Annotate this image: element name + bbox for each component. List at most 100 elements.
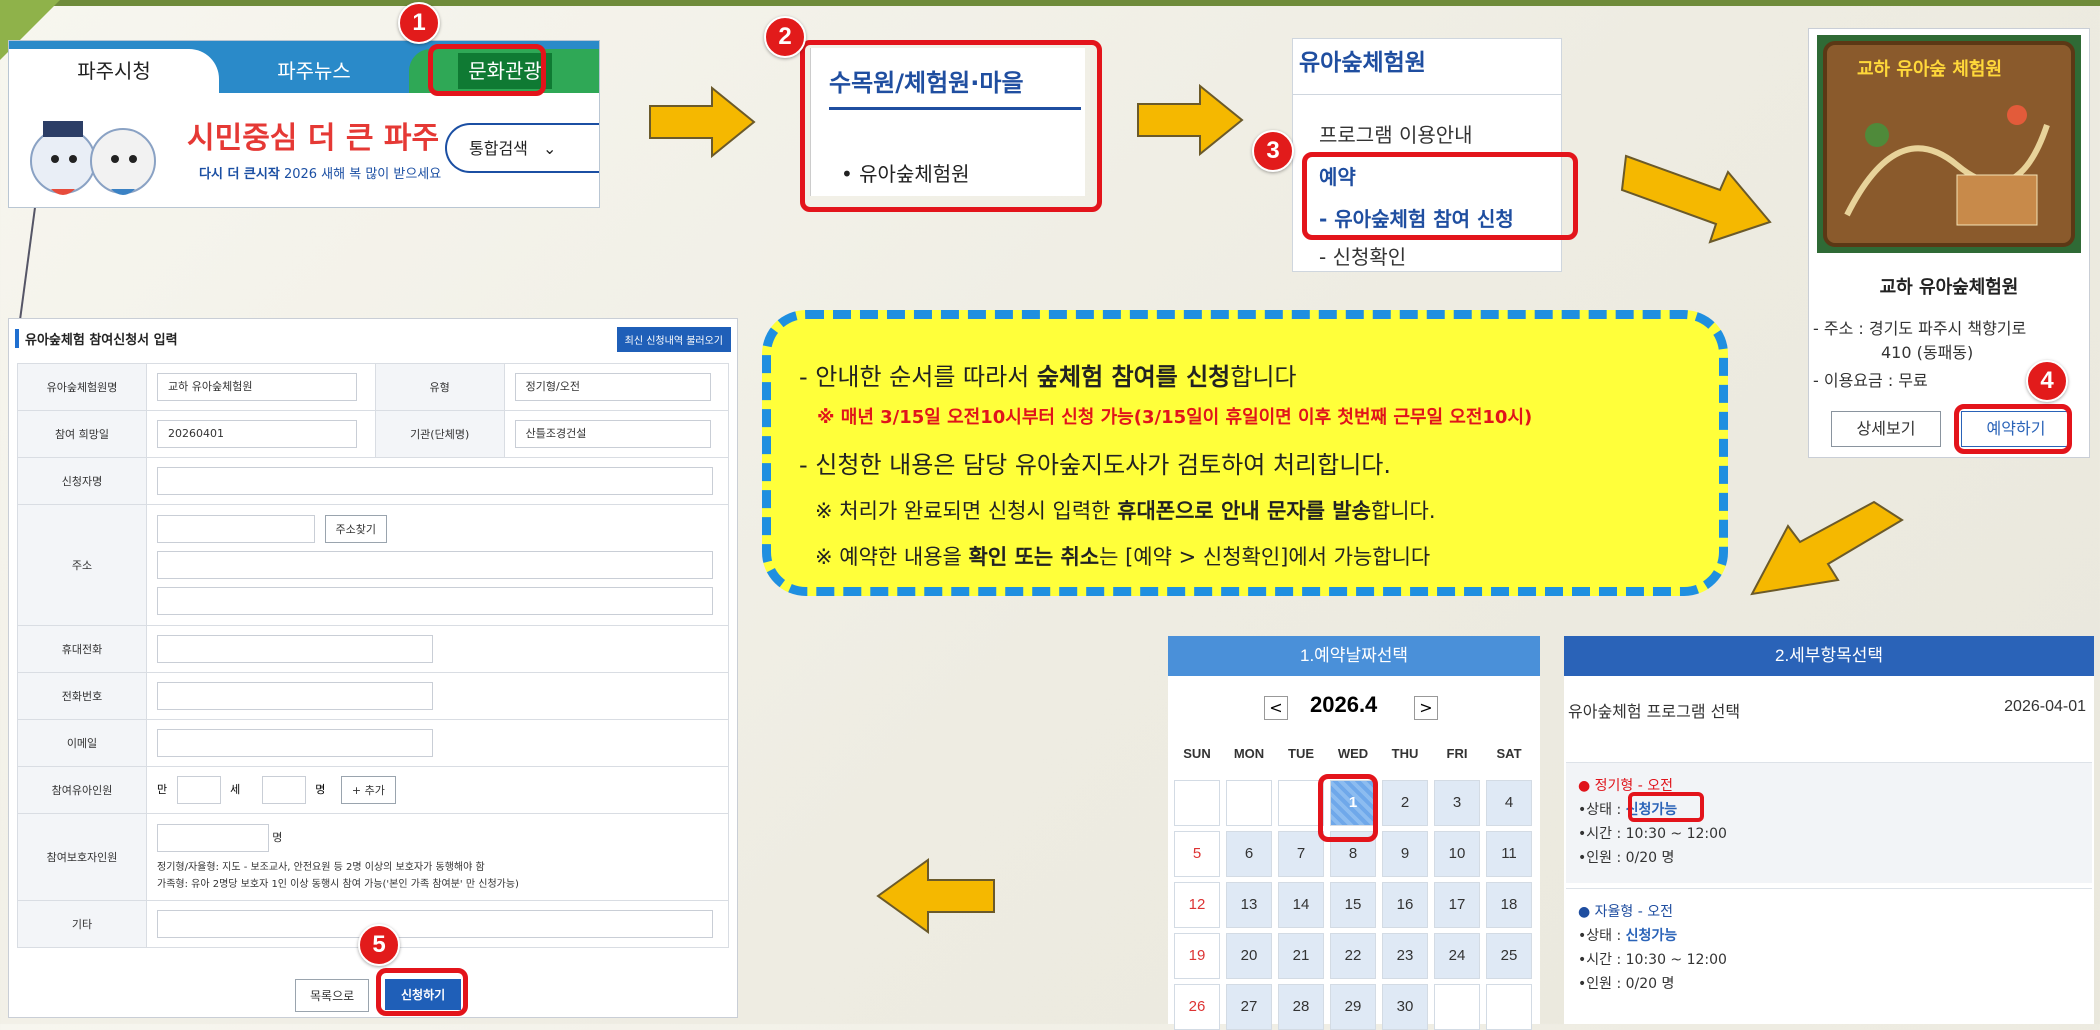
notice-line-5-end: 는 [예약 > 신청확인]에서 가능합니다 (1099, 545, 1431, 569)
calendar-day[interactable]: 24 (1434, 933, 1480, 979)
calendar-day[interactable]: 13 (1226, 882, 1272, 928)
calendar-day (1486, 984, 1532, 1030)
calendar-day[interactable]: 22 (1330, 933, 1376, 979)
calendar-day[interactable]: 21 (1278, 933, 1324, 979)
load-latest-button[interactable]: 최신 신청내역 불러오기 (616, 327, 731, 352)
calendar-day[interactable]: 11 (1486, 831, 1532, 877)
weekday-label: SUN (1183, 746, 1211, 761)
notice-line-2: ※ 매년 3/15일 오전10시부터 신청 가능(3/15일이 휴일이면 이후 … (817, 407, 1533, 428)
nav-item-program-guide[interactable]: 프로그램 이용안내 (1319, 119, 1473, 148)
calendar-day[interactable]: 15 (1330, 882, 1376, 928)
mobile-input[interactable] (157, 635, 433, 663)
tab-paju-news[interactable]: 파주뉴스 (219, 49, 409, 93)
nav-title: 유아숲체험원 (1293, 39, 1561, 95)
next-month-button[interactable]: > (1414, 696, 1438, 720)
mascot-icon (30, 121, 156, 195)
back-to-list-button[interactable]: 목록으로 (295, 979, 370, 1012)
highlight-step2 (800, 40, 1102, 212)
prev-month-button[interactable]: < (1264, 696, 1288, 720)
calendar-day[interactable]: 2 (1382, 780, 1428, 826)
calendar-day[interactable]: 14 (1278, 882, 1324, 928)
tab-paju-city[interactable]: 파주시청 (9, 49, 219, 93)
address-line1-input[interactable] (157, 551, 713, 579)
guardian-count-input[interactable] (157, 824, 269, 852)
nav-item-confirm[interactable]: - 신청확인 (1319, 241, 1406, 270)
calendar-day[interactable]: 6 (1226, 831, 1272, 877)
card-title: ● 자율형 - 오전 (1578, 904, 1674, 920)
center-address: - 주소 : 경기도 파주시 책향기로 (1813, 319, 2027, 338)
calendar-day[interactable]: 17 (1434, 882, 1480, 928)
center-name-field: 교하 유아숲체험원 (157, 373, 357, 401)
calendar-day[interactable]: 26 (1174, 984, 1220, 1030)
weekday-label: WED (1337, 746, 1369, 761)
calendar-day[interactable]: 30 (1382, 984, 1428, 1030)
label-phone: 전화번호 (17, 672, 147, 720)
calendar-day[interactable]: 20 (1226, 933, 1272, 979)
weekday-label: SAT (1496, 746, 1522, 761)
table-row: 참여유아인원 만 세 명 + 추가 (17, 766, 729, 814)
calendar-day[interactable]: 28 (1278, 984, 1324, 1030)
detail-selection-panel: 2.세부항목선택 유아숲체험 프로그램 선택 2026-04-01 ● 정기형 … (1564, 636, 2094, 1024)
step-badge-4: 4 (2026, 360, 2068, 402)
calendar-day[interactable]: 23 (1382, 933, 1428, 979)
step-badge-1: 1 (398, 2, 440, 44)
calendar-day (1174, 780, 1220, 826)
step-badge-5: 5 (358, 924, 400, 966)
highlight-date (1318, 774, 1378, 842)
calendar-day[interactable]: 4 (1486, 780, 1532, 826)
calendar-day[interactable]: 3 (1434, 780, 1480, 826)
card-time: •시간 : 10:30 ~ 12:00 (1578, 826, 1727, 842)
integrated-search-dropdown[interactable]: 통합검색 ⌄ (445, 123, 599, 173)
child-count-input[interactable] (261, 776, 306, 804)
notice-line-1-bold: 숲체험 참여를 신청 (1036, 363, 1231, 391)
arrow-right-icon (649, 85, 756, 159)
card-people: •인원 : 0/20 명 (1578, 976, 1675, 992)
email-input[interactable] (157, 729, 433, 757)
label-desired-date: 참여 희망일 (17, 410, 147, 458)
form-table: 유아숲체험원명 교하 유아숲체험원 유형 정기형/오전 참여 희망일 20260… (17, 363, 730, 948)
address-line2-input[interactable] (157, 587, 713, 615)
guardian-note-2: 가족형: 유아 2명당 보호자 1인 이상 동행시 참여 가능('본인 가족 참… (157, 879, 519, 890)
age-prefix: 만 (157, 783, 168, 796)
notice-line-4-end: 합니다. (1370, 499, 1436, 523)
highlight-step4 (1954, 404, 2072, 454)
calendar-day[interactable]: 29 (1330, 984, 1376, 1030)
organization-field[interactable]: 산틀조경건설 (514, 420, 711, 448)
calendar-day[interactable]: 7 (1278, 831, 1324, 877)
age-unit: 세 (230, 783, 241, 796)
notice-line-5-bold: 확인 또는 취소 (968, 545, 1100, 569)
step-badge-2: 2 (764, 16, 806, 58)
label-guardians: 참여보호자인원 (17, 813, 147, 901)
top-accent-bar (0, 0, 2100, 6)
label-organization: 기관(단체명) (374, 410, 505, 458)
highlight-step5 (376, 968, 468, 1016)
calendar-day[interactable]: 25 (1486, 933, 1532, 979)
label-mobile: 휴대전화 (17, 625, 147, 673)
phone-input[interactable] (157, 682, 433, 710)
calendar-day[interactable]: 16 (1382, 882, 1428, 928)
notice-line-4-bold: 휴대폰으로 안내 문자를 발송 (1117, 499, 1371, 523)
applicant-input[interactable] (157, 467, 713, 495)
calendar-day[interactable]: 12 (1174, 882, 1220, 928)
calendar-day[interactable]: 19 (1174, 933, 1220, 979)
calendar-day[interactable]: 9 (1382, 831, 1428, 877)
program-card-regular[interactable]: ● 정기형 - 오전 •상태 : 신청가능 •시간 : 10:30 ~ 12:0… (1566, 762, 2092, 883)
weekday-label: FRI (1446, 746, 1468, 761)
child-age-input[interactable] (176, 776, 221, 804)
type-field: 정기형/오전 (514, 373, 711, 401)
calendar-day[interactable]: 27 (1226, 984, 1272, 1030)
label-center-name: 유아숲체험원명 (17, 363, 147, 411)
calendar-day[interactable]: 10 (1434, 831, 1480, 877)
calendar-day[interactable]: 5 (1174, 831, 1220, 877)
detail-button[interactable]: 상세보기 (1831, 411, 1941, 447)
zipcode-input[interactable] (157, 515, 315, 543)
step-badge-3: 3 (1252, 130, 1294, 172)
program-card-free[interactable]: ● 자율형 - 오전 •상태 : 신청가능 •시간 : 10:30 ~ 12:0… (1566, 888, 2092, 1009)
label-email: 이메일 (17, 719, 147, 767)
add-child-button[interactable]: + 추가 (340, 776, 396, 804)
calendar-day (1434, 984, 1480, 1030)
calendar-day[interactable]: 18 (1486, 882, 1532, 928)
table-row: 주소 주소찾기 (17, 504, 729, 626)
etc-input[interactable] (157, 910, 713, 938)
address-search-button[interactable]: 주소찾기 (324, 515, 387, 543)
